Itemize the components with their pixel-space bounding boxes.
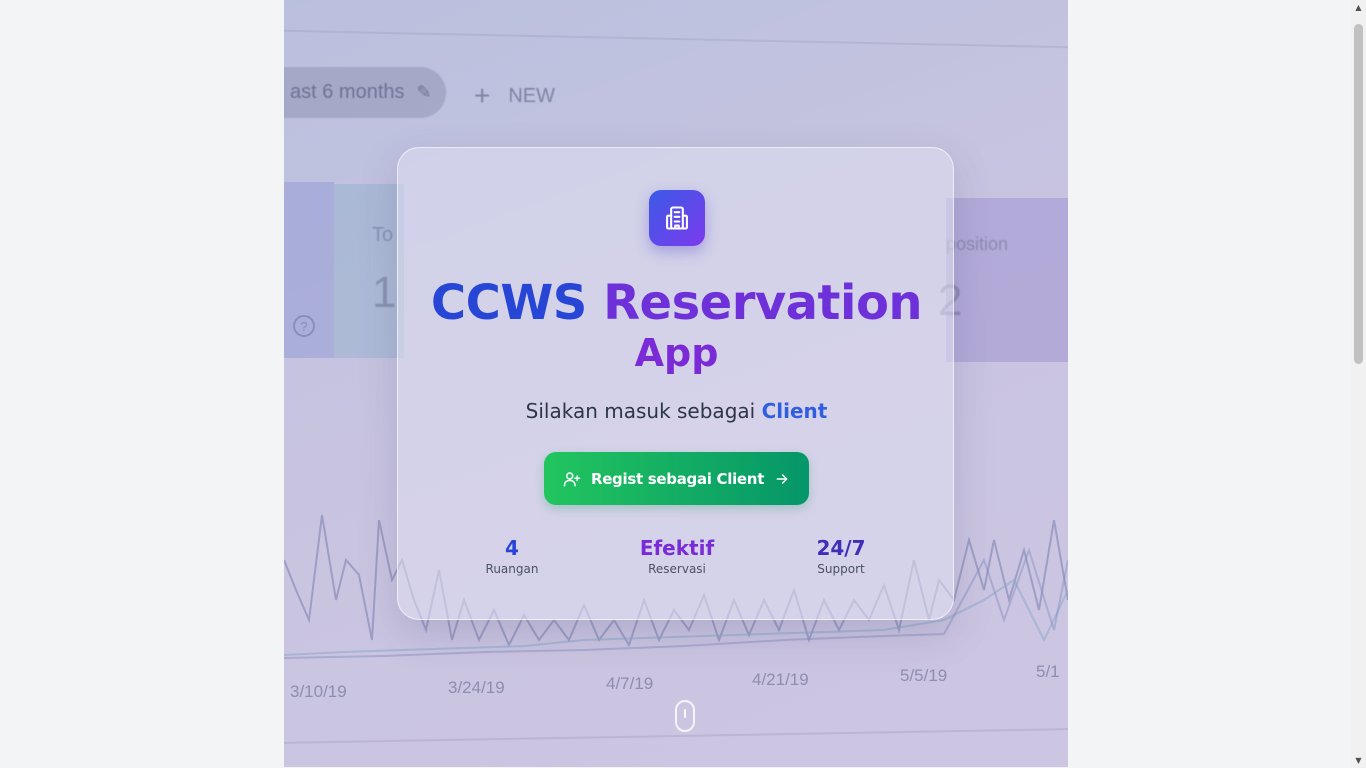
scroll-down-arrow-icon[interactable]: ▼ <box>1351 753 1366 768</box>
stat-item: 24/7 Support <box>761 536 921 576</box>
building-icon <box>649 190 705 246</box>
stat-label: Support <box>817 562 865 576</box>
background-axis-label: 4/7/19 <box>606 674 654 693</box>
background-axis-label: 3/24/19 <box>448 678 505 697</box>
subtitle-role: Client <box>761 399 828 423</box>
stat-value: 4 <box>505 536 519 560</box>
background-axis-label: 5/5/19 <box>900 666 948 685</box>
stat-label: Reservasi <box>648 562 706 576</box>
mouse-scroll-icon <box>675 700 695 732</box>
stat-item: Efektif Reservasi <box>597 536 757 576</box>
scroll-wheel-dot <box>684 709 686 718</box>
page-viewport: ast 6 months ✎ + NEW ? To 1 position 2 <box>0 0 1351 768</box>
app-title-part1: CCWS <box>430 275 587 331</box>
stats-row: 4 Ruangan Efektif Reservasi 24/7 Support <box>398 536 955 586</box>
login-card: CCWS Reservation App Silakan masuk sebag… <box>397 147 954 620</box>
app-title-part2: Reservation <box>603 275 923 331</box>
background-axis-label: 4/21/19 <box>752 670 809 689</box>
subtitle-prefix: Silakan masuk sebagai <box>525 399 756 423</box>
app-title: CCWS Reservation <box>398 276 955 330</box>
register-client-button[interactable]: Regist sebagai Client <box>544 452 809 505</box>
background-axis-label: 3/10/19 <box>290 682 347 701</box>
register-button-label: Regist sebagai Client <box>590 469 765 488</box>
login-subtitle: Silakan masuk sebagai Client <box>398 399 955 423</box>
stat-item: 4 Ruangan <box>432 536 592 576</box>
scroll-up-arrow-icon[interactable]: ▲ <box>1351 0 1366 15</box>
scrollbar-thumb[interactable] <box>1354 24 1363 364</box>
app-title-line2: App <box>634 331 719 375</box>
user-plus-icon <box>563 471 581 486</box>
arrow-right-icon <box>776 473 788 484</box>
stat-label: Ruangan <box>485 562 539 576</box>
page-scrollbar[interactable]: ▲ ▼ <box>1351 0 1366 768</box>
background-axis-label: 5/1 <box>1036 662 1060 681</box>
stat-value: Efektif <box>639 536 715 560</box>
stat-value: 24/7 <box>816 536 866 560</box>
